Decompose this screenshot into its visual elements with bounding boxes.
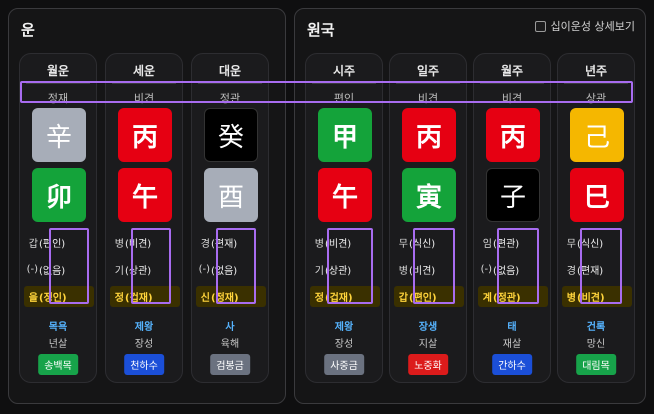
hidden-stem-char: (-): [480, 264, 492, 275]
earthly-branch-tile[interactable]: 酉: [204, 168, 258, 222]
pillar-header: 일주: [416, 64, 440, 78]
hidden-stem-char: 정: [114, 293, 124, 304]
hidden-stem-char: 병: [314, 239, 324, 250]
pillar-header: 시주: [332, 64, 356, 78]
checkbox[interactable]: [534, 20, 546, 32]
highlight-box: [49, 228, 89, 304]
heavenly-stem-tile[interactable]: 丙: [118, 108, 172, 162]
hidden-stem-char: 병: [398, 266, 408, 277]
napeum-badge[interactable]: 송백목: [38, 354, 78, 375]
twelve-stage-label: 건록: [586, 322, 606, 333]
highlight-box: [580, 228, 622, 304]
highlight-box: [497, 228, 539, 304]
toggle-label: 십이운성 상세보기: [550, 20, 635, 33]
napeum-badge[interactable]: 대림목: [576, 354, 616, 375]
hidden-stem-char: (-): [198, 264, 210, 275]
hidden-stem-char: 신: [200, 293, 210, 304]
pillar-header: 월운: [46, 64, 70, 78]
heavenly-stem-tile[interactable]: 癸: [204, 108, 258, 162]
heavenly-stem-tile[interactable]: 丙: [402, 108, 456, 162]
napeum-badge[interactable]: 천하수: [124, 354, 164, 375]
pillar-header: 대운: [218, 64, 242, 78]
heavenly-stem-tile[interactable]: 丙: [486, 108, 540, 162]
hidden-stem-char: 무: [566, 239, 576, 250]
twelve-sal-label: 재살: [502, 339, 522, 350]
hidden-stem-char: 병: [114, 239, 124, 250]
pillar-header: 년주: [584, 64, 608, 78]
twelve-stage-label: 사: [225, 322, 235, 333]
hidden-stem-char: 을: [28, 293, 38, 304]
hidden-stem-char: 계: [482, 293, 492, 304]
natal-panel-title: 원국: [307, 21, 335, 39]
twelve-stage-label: 제왕: [134, 322, 154, 333]
napeum-badge[interactable]: 사중금: [324, 354, 364, 375]
natal-chart-panel: 원국 십이운성 상세보기 시주 편인 甲午 병 (비견) 기 (상관) 정 (겁재) 제왕 장성 사중…: [294, 8, 646, 404]
twelve-sal-label: 지살: [418, 339, 438, 350]
highlight-box: [131, 228, 171, 304]
earthly-branch-tile[interactable]: 午: [318, 168, 372, 222]
earthly-branch-tile[interactable]: 卯: [32, 168, 86, 222]
hidden-stem-char: 갑: [28, 239, 38, 250]
heavenly-stem-tile[interactable]: 己: [570, 108, 624, 162]
twelve-sal-label: 장성: [334, 339, 354, 350]
twelve-stage-label: 제왕: [334, 322, 354, 333]
hidden-stem-char: 경: [566, 266, 576, 277]
highlight-box: [413, 228, 455, 304]
hidden-stem-char: 기: [114, 266, 124, 277]
hidden-stem-char: 갑: [398, 293, 408, 304]
earthly-branch-tile[interactable]: 巳: [570, 168, 624, 222]
earthly-branch-tile[interactable]: 寅: [402, 168, 456, 222]
earthly-branch-tile[interactable]: 午: [118, 168, 172, 222]
hidden-stem-char: (-): [26, 264, 38, 275]
hidden-stem-char: 임: [482, 239, 492, 250]
hidden-stem-char: 정: [314, 293, 324, 304]
napeum-badge[interactable]: 검봉금: [210, 354, 250, 375]
twelve-sal-label: 망신: [586, 339, 606, 350]
pillar-header: 세운: [132, 64, 156, 78]
hidden-stem-char: 무: [398, 239, 408, 250]
twelve-sal-label: 년살: [48, 339, 68, 350]
napeum-badge[interactable]: 노중화: [408, 354, 448, 375]
heavenly-stem-tile[interactable]: 甲: [318, 108, 372, 162]
highlight-box: [327, 228, 373, 304]
twelve-stage-label: 장생: [418, 322, 438, 333]
twelve-sal-label: 장성: [134, 339, 154, 350]
heavenly-stem-tile[interactable]: 辛: [32, 108, 86, 162]
earthly-branch-tile[interactable]: 子: [486, 168, 540, 222]
hidden-stem-char: 기: [314, 266, 324, 277]
luck-panel-title: 운: [21, 21, 35, 39]
highlight-box: [216, 228, 256, 304]
twelve-stage-label: 태: [507, 322, 517, 333]
pillar-header: 월주: [500, 64, 524, 78]
napeum-badge[interactable]: 간하수: [492, 354, 532, 375]
luck-panel: 운 월운 정재 辛卯 갑 (편인) (-) (없음) 을 (정인) 목욕 년살 송백목 세운 비견 丙午 병(…: [8, 8, 286, 404]
hidden-stem-char: 경: [200, 239, 210, 250]
twelve-stage-label: 목욕: [48, 322, 68, 333]
highlight-box: [20, 81, 633, 103]
hidden-stem-char: 병: [566, 293, 576, 304]
twelve-sal-label: 육해: [220, 339, 240, 350]
twelve-stages-detail-toggle[interactable]: 십이운성 상세보기: [534, 18, 635, 34]
